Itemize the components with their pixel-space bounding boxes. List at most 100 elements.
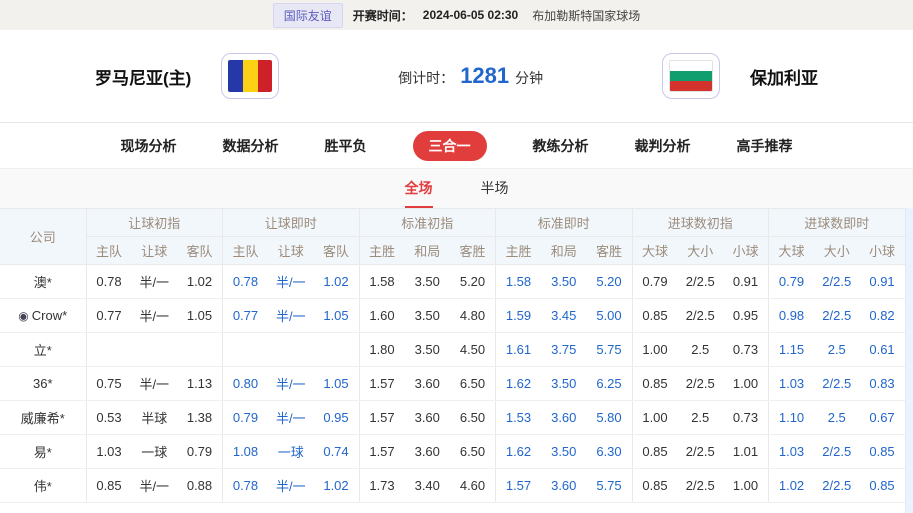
- odds-cell: 1.38: [177, 401, 223, 435]
- odds-cell[interactable]: 一球: [268, 435, 314, 469]
- odds-cell[interactable]: 0.79: [769, 265, 815, 299]
- odds-cell: [314, 333, 360, 367]
- odds-cell[interactable]: 3.50: [541, 265, 587, 299]
- odds-cell[interactable]: 0.82: [860, 299, 906, 333]
- top-bar: 国际友谊 开赛时间： 2024-06-05 02:30 布加勒斯特国家球场: [0, 0, 913, 30]
- odds-cell[interactable]: 1.53: [496, 401, 542, 435]
- sub-tab-1-active[interactable]: 全场: [405, 169, 433, 208]
- odds-cell: 4.80: [450, 299, 496, 333]
- odds-cell: 1.01: [723, 435, 769, 469]
- odds-cell[interactable]: 5.75: [587, 333, 633, 367]
- odds-cell[interactable]: 3.50: [541, 367, 587, 401]
- odds-cell[interactable]: 5.75: [587, 469, 633, 503]
- match-header: 罗马尼亚(主) 倒计时： 1281 分钟 保加利亚: [0, 30, 913, 122]
- odds-cell[interactable]: 1.03: [769, 435, 815, 469]
- odds-cell[interactable]: 0.80: [223, 367, 269, 401]
- odds-cell[interactable]: 0.85: [860, 469, 906, 503]
- nav-tab-2[interactable]: 数据分析: [223, 136, 279, 156]
- odds-cell[interactable]: 0.98: [769, 299, 815, 333]
- company-name[interactable]: 易*: [0, 435, 86, 469]
- odds-cell[interactable]: 半/一: [268, 367, 314, 401]
- odds-cell[interactable]: 半/一: [268, 265, 314, 299]
- company-name[interactable]: ◉Crow*: [0, 299, 86, 333]
- odds-cell[interactable]: 0.79: [223, 401, 269, 435]
- odds-cell[interactable]: 2/2.5: [814, 367, 860, 401]
- odds-cell[interactable]: 3.75: [541, 333, 587, 367]
- odds-cell: 2.5: [678, 333, 724, 367]
- odds-cell[interactable]: 半/一: [268, 401, 314, 435]
- odds-cell[interactable]: 1.02: [769, 469, 815, 503]
- nav-tab-5[interactable]: 教练分析: [533, 136, 589, 156]
- odds-cell[interactable]: 1.10: [769, 401, 815, 435]
- odds-subcolumn-header: 让球: [268, 237, 314, 265]
- odds-cell[interactable]: 0.61: [860, 333, 906, 367]
- odds-cell[interactable]: 1.03: [769, 367, 815, 401]
- odds-cell: 0.88: [177, 469, 223, 503]
- nav-tab-1[interactable]: 现场分析: [121, 136, 177, 156]
- odds-cell: 0.53: [86, 401, 132, 435]
- company-name[interactable]: 威廉希*: [0, 401, 86, 435]
- odds-cell[interactable]: 0.67: [860, 401, 906, 435]
- odds-cell[interactable]: 2.5: [814, 333, 860, 367]
- odds-cell: 6.50: [450, 367, 496, 401]
- odds-cell[interactable]: 2/2.5: [814, 265, 860, 299]
- odds-cell[interactable]: 5.20: [587, 265, 633, 299]
- odds-cell[interactable]: 1.59: [496, 299, 542, 333]
- odds-cell[interactable]: 5.80: [587, 401, 633, 435]
- odds-group-header: 进球数初指: [632, 209, 769, 237]
- analysis-nav-tabs: 现场分析 数据分析 胜平负 三合一 教练分析 裁判分析 高手推荐: [0, 122, 913, 168]
- company-name[interactable]: 澳*: [0, 265, 86, 299]
- odds-cell[interactable]: 3.45: [541, 299, 587, 333]
- odds-cell[interactable]: 6.25: [587, 367, 633, 401]
- company-name[interactable]: 36*: [0, 367, 86, 401]
- odds-cell: 1.57: [359, 435, 405, 469]
- odds-cell: [223, 333, 269, 367]
- odds-cell[interactable]: 半/一: [268, 299, 314, 333]
- odds-cell[interactable]: 6.30: [587, 435, 633, 469]
- nav-tab-4-active[interactable]: 三合一: [413, 131, 487, 161]
- odds-cell[interactable]: 2/2.5: [814, 299, 860, 333]
- odds-cell[interactable]: 3.60: [541, 469, 587, 503]
- odds-cell[interactable]: 0.74: [314, 435, 360, 469]
- odds-cell[interactable]: 0.78: [223, 265, 269, 299]
- odds-cell[interactable]: 2/2.5: [814, 435, 860, 469]
- odds-cell[interactable]: 0.91: [860, 265, 906, 299]
- odds-cell[interactable]: 1.62: [496, 367, 542, 401]
- odds-cell[interactable]: 1.05: [314, 299, 360, 333]
- company-name[interactable]: 伟*: [0, 469, 86, 503]
- odds-group-header: 进球数即时: [769, 209, 906, 237]
- odds-cell[interactable]: 5.00: [587, 299, 633, 333]
- odds-cell: 1.13: [177, 367, 223, 401]
- odds-cell[interactable]: 1.58: [496, 265, 542, 299]
- nav-tab-7[interactable]: 高手推荐: [737, 136, 793, 156]
- odds-cell[interactable]: 3.50: [541, 435, 587, 469]
- odds-cell[interactable]: 0.83: [860, 367, 906, 401]
- odds-cell[interactable]: 1.15: [769, 333, 815, 367]
- odds-row: 36*0.75半/一1.130.80半/一1.051.573.606.501.6…: [0, 367, 905, 401]
- odds-cell[interactable]: 半/一: [268, 469, 314, 503]
- odds-cell[interactable]: 1.08: [223, 435, 269, 469]
- sub-tab-2[interactable]: 半场: [481, 169, 509, 208]
- odds-cell: [268, 333, 314, 367]
- odds-cell[interactable]: 2.5: [814, 401, 860, 435]
- odds-cell: [132, 333, 178, 367]
- odds-cell[interactable]: 0.95: [314, 401, 360, 435]
- odds-cell[interactable]: 1.02: [314, 469, 360, 503]
- odds-cell: 2/2.5: [678, 367, 724, 401]
- odds-cell[interactable]: 2/2.5: [814, 469, 860, 503]
- odds-cell[interactable]: 3.60: [541, 401, 587, 435]
- home-team-name: 罗马尼亚(主): [95, 64, 191, 89]
- nav-tab-3[interactable]: 胜平负: [325, 136, 367, 156]
- odds-cell[interactable]: 1.57: [496, 469, 542, 503]
- league-badge[interactable]: 国际友谊: [273, 3, 343, 28]
- odds-row: 澳*0.78半/一1.020.78半/一1.021.583.505.201.58…: [0, 265, 905, 299]
- odds-cell[interactable]: 1.62: [496, 435, 542, 469]
- odds-cell[interactable]: 1.61: [496, 333, 542, 367]
- nav-tab-6[interactable]: 裁判分析: [635, 136, 691, 156]
- odds-cell[interactable]: 1.05: [314, 367, 360, 401]
- odds-cell[interactable]: 1.02: [314, 265, 360, 299]
- odds-cell[interactable]: 0.78: [223, 469, 269, 503]
- company-name[interactable]: 立*: [0, 333, 86, 367]
- odds-cell[interactable]: 0.85: [860, 435, 906, 469]
- odds-cell[interactable]: 0.77: [223, 299, 269, 333]
